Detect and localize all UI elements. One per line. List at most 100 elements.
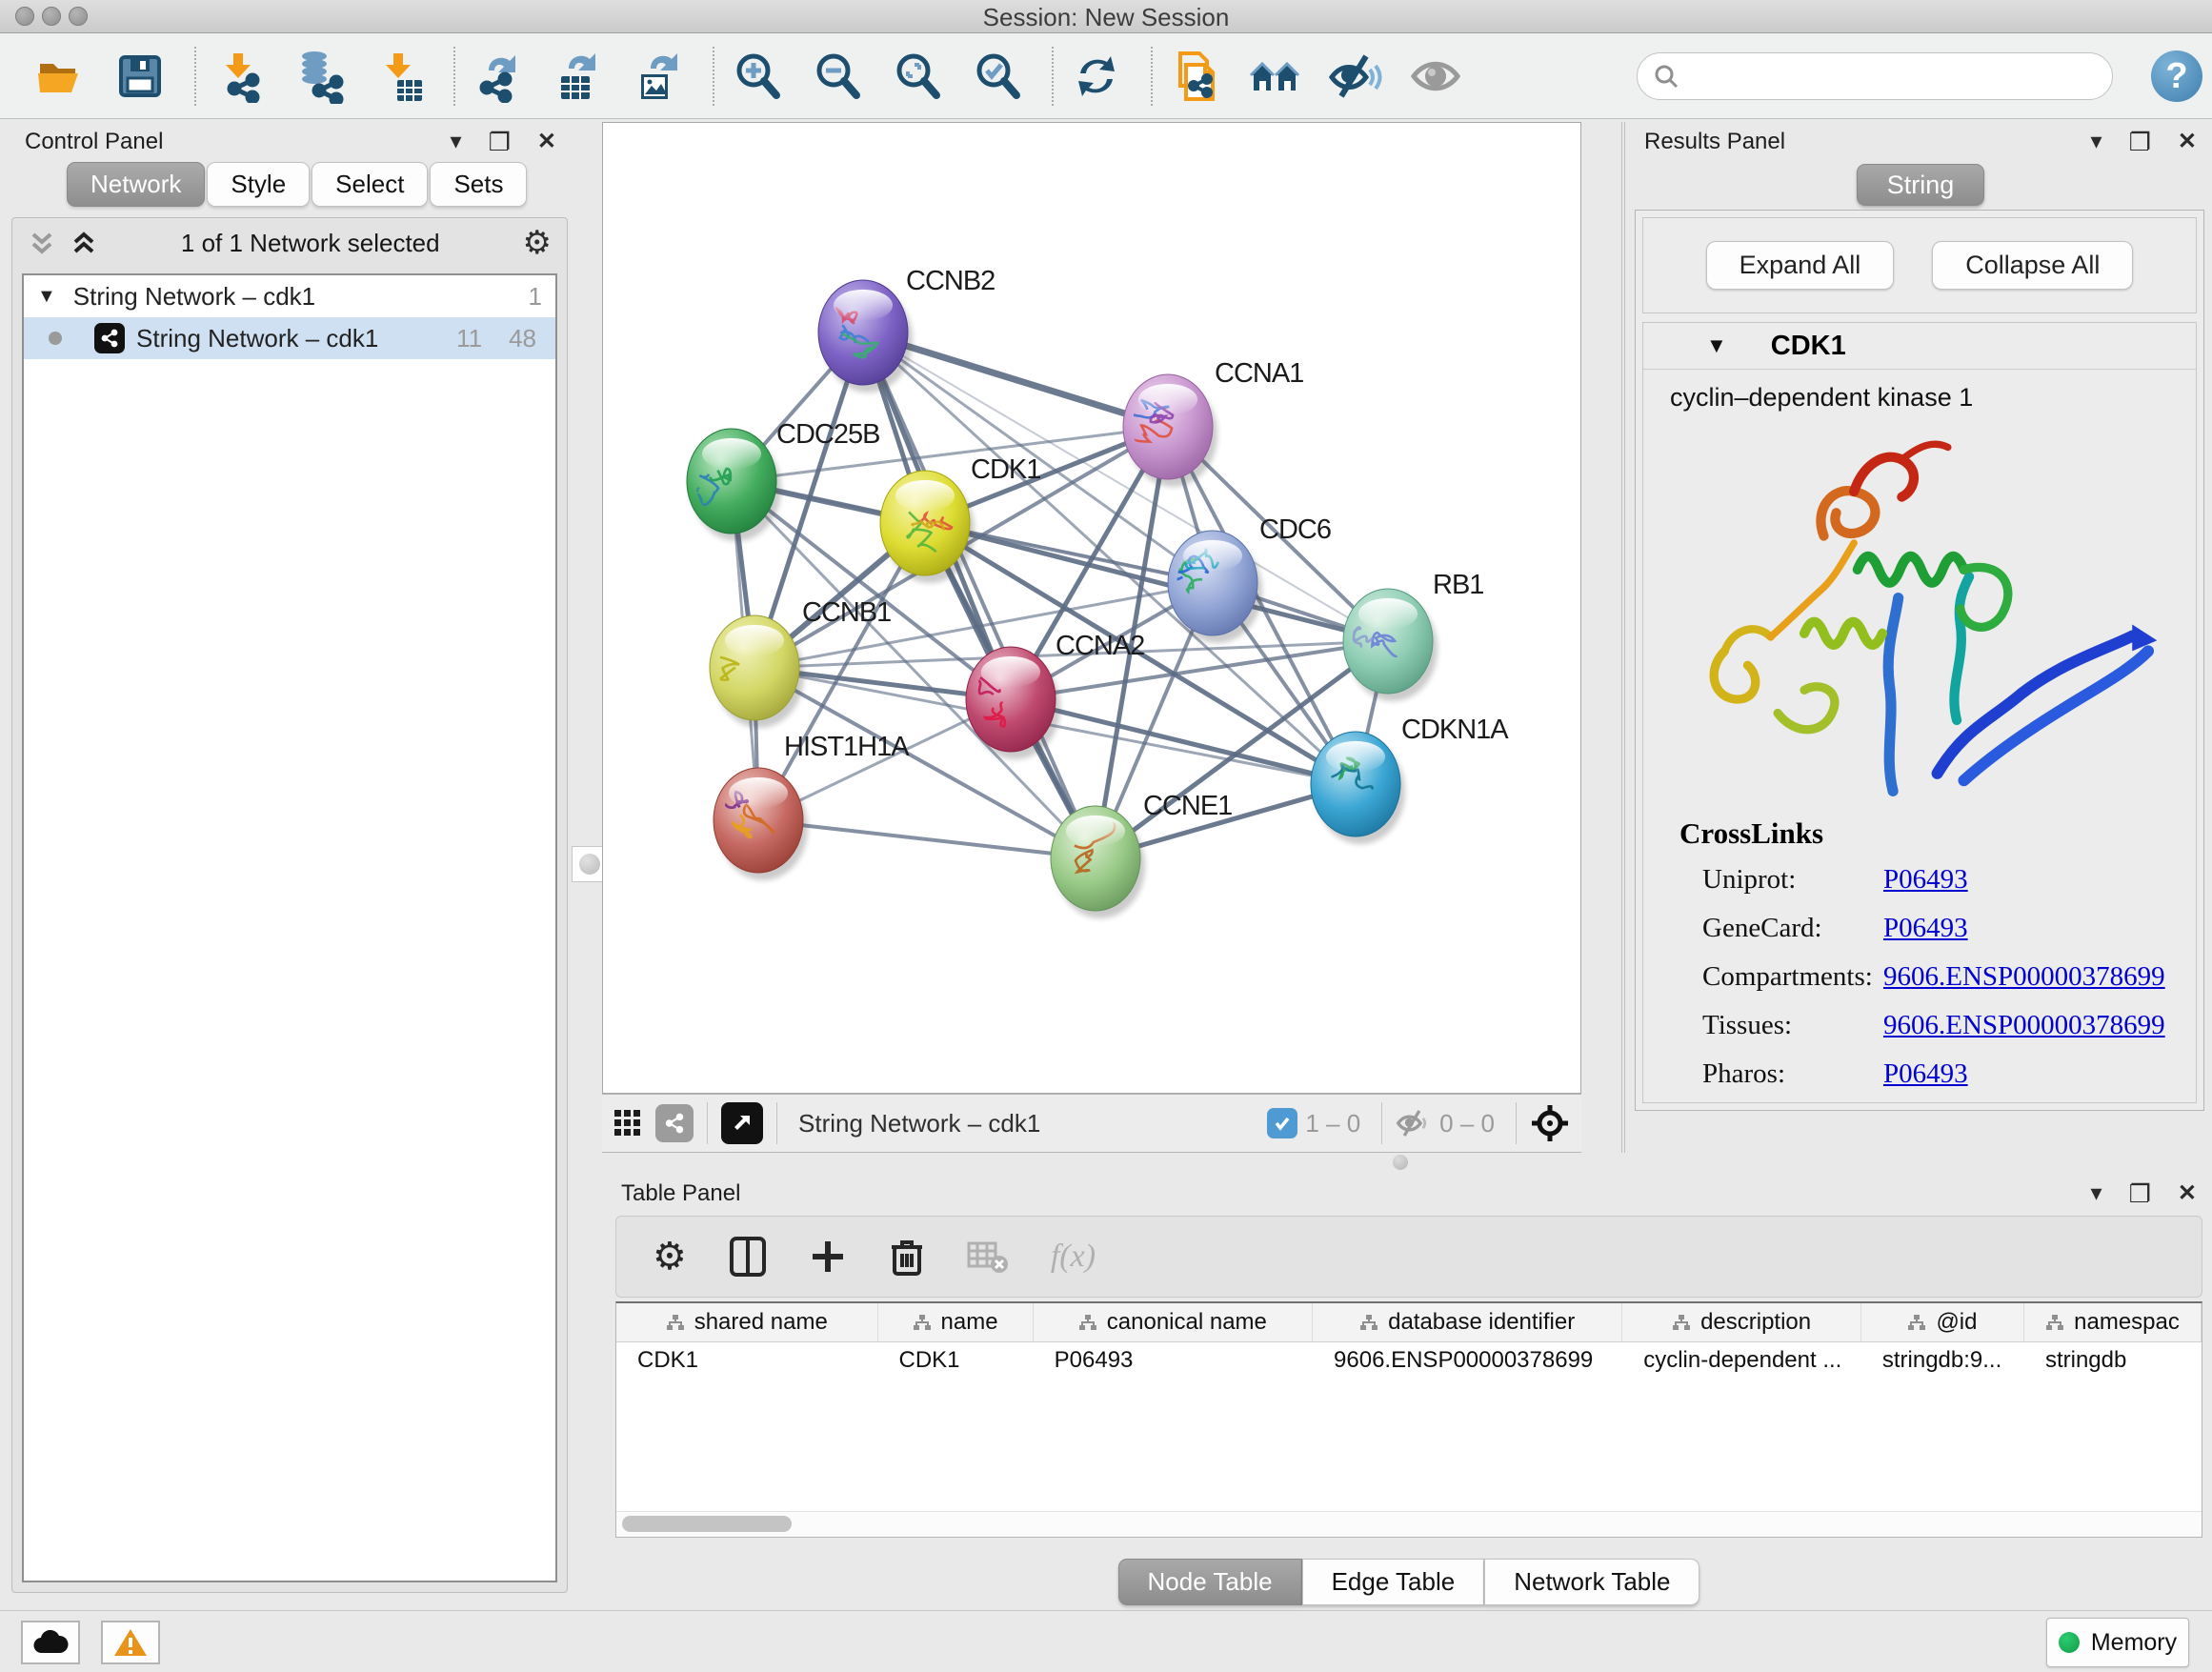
tree-expander-icon[interactable]: ▼: [37, 286, 56, 308]
panel-float-icon[interactable]: ❐: [2129, 130, 2151, 154]
selected-checkbox-icon[interactable]: [1267, 1108, 1297, 1138]
network-node[interactable]: HIST1H1A: [714, 732, 910, 880]
table-cell[interactable]: stringdb:9...: [1861, 1347, 2024, 1374]
tab-network-table[interactable]: Network Table: [1484, 1559, 1699, 1605]
network-row-selected[interactable]: String Network – cdk1 11 48: [24, 317, 555, 359]
panel-float-icon[interactable]: ❐: [489, 130, 511, 154]
panel-menu-icon[interactable]: ▾: [2091, 131, 2102, 153]
panel-menu-icon[interactable]: ▾: [2091, 1182, 2102, 1205]
table-settings-gear-icon[interactable]: ⚙: [653, 1235, 687, 1279]
panel-close-icon[interactable]: ✕: [537, 131, 556, 153]
collapse-all-icon[interactable]: [28, 229, 56, 257]
zoom-selected-icon[interactable]: [970, 48, 1025, 105]
gene-section-header[interactable]: ▼ CDK1: [1643, 323, 2196, 370]
network-node[interactable]: CCNA1: [1123, 358, 1303, 487]
network-canvas[interactable]: CCNB2CCNA1CDC25BCDK1CDC6RB1CCNB1CCNA2CDK…: [602, 122, 1581, 1094]
tab-select[interactable]: Select: [312, 162, 428, 207]
node-table[interactable]: shared namenamecanonical namedatabase id…: [615, 1301, 2202, 1538]
show-columns-icon[interactable]: [729, 1236, 767, 1278]
export-table-icon[interactable]: [551, 48, 606, 105]
column-header-namespac[interactable]: namespac: [2024, 1303, 2202, 1341]
tab-network[interactable]: Network: [67, 162, 205, 207]
crosslink-link[interactable]: 9606.ENSP00000378699: [1883, 961, 2165, 993]
scrollbar-thumb[interactable]: [622, 1516, 792, 1532]
zoom-in-icon[interactable]: [730, 48, 785, 105]
string-home-icon[interactable]: [1248, 48, 1303, 105]
table-cell[interactable]: P06493: [1034, 1347, 1313, 1374]
save-session-icon[interactable]: [112, 48, 168, 105]
expand-all-icon[interactable]: [70, 229, 98, 257]
column-hierarchy-icon: [1078, 1314, 1097, 1331]
hide-eye-icon[interactable]: [1328, 48, 1383, 105]
network-node[interactable]: CCNE1: [1051, 791, 1232, 918]
window-title: Session: New Session: [0, 3, 2212, 32]
table-cell[interactable]: CDK1: [616, 1347, 878, 1374]
zoom-out-icon[interactable]: [810, 48, 865, 105]
table-horizontal-scrollbar[interactable]: [616, 1511, 2202, 1537]
tab-string[interactable]: String: [1857, 164, 1984, 206]
import-table-file-icon[interactable]: [372, 48, 427, 105]
show-eye-icon[interactable]: [1408, 48, 1463, 105]
search-input[interactable]: [1679, 62, 2083, 91]
panel-float-icon[interactable]: ❐: [2129, 1181, 2151, 1206]
collapse-all-button[interactable]: Collapse All: [1932, 241, 2133, 290]
network-collection-row[interactable]: ▼ String Network – cdk1 1: [24, 275, 555, 317]
network-node[interactable]: CDC6: [1164, 514, 1330, 643]
horizontal-splitter-handle[interactable]: [1393, 1155, 1408, 1170]
delete-column-trash-icon[interactable]: [889, 1236, 925, 1278]
network-icon: [94, 323, 125, 353]
warning-button[interactable]: [101, 1621, 160, 1664]
column-header-name[interactable]: name: [878, 1303, 1034, 1341]
column-header-canonical-name[interactable]: canonical name: [1034, 1303, 1313, 1341]
export-image-icon[interactable]: [631, 48, 686, 105]
table-cell[interactable]: stringdb: [2024, 1347, 2202, 1374]
tab-node-table[interactable]: Node Table: [1118, 1559, 1302, 1605]
table-row[interactable]: CDK1CDK1P064939606.ENSP00000378699cyclin…: [616, 1342, 2202, 1379]
section-expander-icon[interactable]: ▼: [1706, 333, 1727, 358]
table-cell[interactable]: cyclin-dependent ...: [1622, 1347, 1861, 1374]
right-gutter: [1581, 122, 1625, 1153]
gear-icon[interactable]: ⚙: [523, 224, 552, 262]
network-edge[interactable]: [758, 820, 1096, 858]
network-share-icon[interactable]: [655, 1104, 694, 1142]
panel-close-icon[interactable]: ✕: [2178, 1182, 2197, 1205]
clone-network-icon[interactable]: [1168, 48, 1223, 105]
import-network-database-icon[interactable]: [292, 48, 347, 105]
center-view-icon[interactable]: [1530, 1103, 1570, 1143]
import-network-file-icon[interactable]: [211, 48, 267, 105]
network-node[interactable]: CDK1: [880, 454, 1040, 583]
refresh-view-icon[interactable]: [1069, 48, 1124, 105]
tab-edge-table[interactable]: Edge Table: [1302, 1559, 1485, 1605]
column-header-description[interactable]: description: [1622, 1303, 1861, 1341]
open-session-icon[interactable]: [32, 48, 88, 105]
birdseye-view-icon[interactable]: [721, 1102, 763, 1144]
grid-view-icon[interactable]: [613, 1109, 642, 1138]
tab-sets[interactable]: Sets: [430, 162, 527, 207]
node-label: CDC25B: [776, 419, 879, 450]
node-label: HIST1H1A: [784, 732, 910, 762]
network-graph[interactable]: CCNB2CCNA1CDC25BCDK1CDC6RB1CCNB1CCNA2CDK…: [603, 123, 1580, 1093]
column-header-shared-name[interactable]: shared name: [616, 1303, 878, 1341]
network-selection-status: 1 of 1 Network selected: [98, 229, 523, 258]
zoom-fit-icon[interactable]: [890, 48, 945, 105]
crosslink-link[interactable]: P06493: [1883, 1058, 1968, 1090]
memory-button[interactable]: Memory: [2046, 1618, 2189, 1667]
column-header-database-identifier[interactable]: database identifier: [1313, 1303, 1622, 1341]
column-header--id[interactable]: @id: [1861, 1303, 2024, 1341]
table-cell[interactable]: CDK1: [878, 1347, 1034, 1374]
help-icon[interactable]: ?: [2151, 50, 2202, 102]
network-edge[interactable]: [863, 332, 1096, 858]
network-node[interactable]: CDKN1A: [1311, 715, 1509, 844]
crosslink-link[interactable]: P06493: [1883, 864, 1968, 896]
expand-all-button[interactable]: Expand All: [1706, 241, 1895, 290]
crosslink-link[interactable]: P06493: [1883, 913, 1968, 944]
cloud-button[interactable]: [21, 1621, 80, 1664]
table-cell[interactable]: 9606.ENSP00000378699: [1313, 1347, 1622, 1374]
export-network-icon[interactable]: [471, 48, 526, 105]
crosslink-link[interactable]: 9606.ENSP00000378699: [1883, 1010, 2165, 1041]
network-node[interactable]: RB1: [1343, 570, 1483, 701]
add-column-icon[interactable]: [809, 1238, 847, 1276]
panel-menu-icon[interactable]: ▾: [451, 131, 462, 153]
panel-close-icon[interactable]: ✕: [2178, 131, 2197, 153]
tab-style[interactable]: Style: [207, 162, 310, 207]
